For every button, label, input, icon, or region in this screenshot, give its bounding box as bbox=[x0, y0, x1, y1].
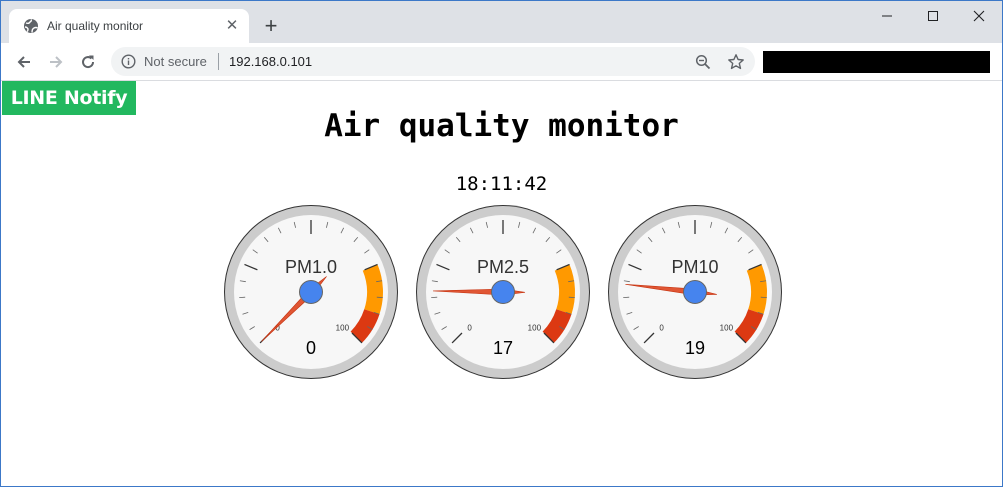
star-icon[interactable] bbox=[727, 53, 745, 71]
gauge-pm25: 0 100 PM2.5 17 bbox=[415, 204, 591, 380]
browser-toolbar: Not secure 192.168.0.101 bbox=[1, 43, 1002, 81]
globe-icon bbox=[23, 18, 39, 34]
gauge-pm10: 0 100 PM10 19 bbox=[607, 204, 783, 380]
gauge-min-label: 0 bbox=[467, 323, 472, 332]
gauge-label: PM10 bbox=[671, 257, 718, 277]
gauge-pm1: 0 100 PM1.0 0 bbox=[223, 204, 399, 380]
gauge-max-label: 100 bbox=[336, 323, 350, 332]
clock-time: 18:11:42 bbox=[455, 173, 548, 195]
address-bar[interactable]: Not secure 192.168.0.101 bbox=[111, 47, 755, 76]
url-text[interactable]: 192.168.0.101 bbox=[229, 54, 312, 69]
reload-icon bbox=[82, 55, 95, 69]
plus-icon[interactable]: + bbox=[259, 14, 283, 38]
window-close-icon[interactable] bbox=[956, 1, 1002, 31]
info-icon[interactable] bbox=[121, 54, 136, 69]
security-label[interactable]: Not secure bbox=[144, 54, 207, 69]
maximize-icon[interactable] bbox=[910, 1, 956, 31]
gauge-hub bbox=[299, 280, 323, 304]
gauge-value: 17 bbox=[493, 338, 513, 358]
arrow-left-icon bbox=[17, 56, 30, 68]
arrow-right-icon bbox=[50, 56, 63, 68]
minimize-icon[interactable] bbox=[864, 1, 910, 31]
forward-button[interactable] bbox=[43, 49, 69, 75]
redacted-extension-area bbox=[763, 51, 990, 73]
gauge-max-label: 100 bbox=[528, 323, 542, 332]
gauge-hub bbox=[491, 280, 515, 304]
browser-window: Air quality monitor ✕ + Not secure 192.1… bbox=[0, 0, 1003, 487]
gauge-hub bbox=[683, 280, 707, 304]
close-icon[interactable]: ✕ bbox=[223, 17, 241, 35]
back-button[interactable] bbox=[11, 49, 37, 75]
reload-button[interactable] bbox=[75, 49, 101, 75]
gauge-label: PM2.5 bbox=[477, 257, 529, 277]
zoom-icon[interactable] bbox=[695, 54, 711, 70]
browser-tab[interactable]: Air quality monitor ✕ bbox=[9, 9, 249, 43]
tab-strip: Air quality monitor ✕ + bbox=[1, 1, 1002, 43]
gauge-min-label: 0 bbox=[659, 323, 664, 332]
omnibox-divider bbox=[218, 53, 219, 70]
gauge-value: 0 bbox=[306, 338, 316, 358]
tab-title: Air quality monitor bbox=[47, 19, 144, 33]
gauge-value: 19 bbox=[685, 338, 705, 358]
gauge-max-label: 100 bbox=[720, 323, 734, 332]
page-title: Air quality monitor bbox=[324, 108, 679, 144]
gauge-label: PM1.0 bbox=[285, 257, 337, 277]
